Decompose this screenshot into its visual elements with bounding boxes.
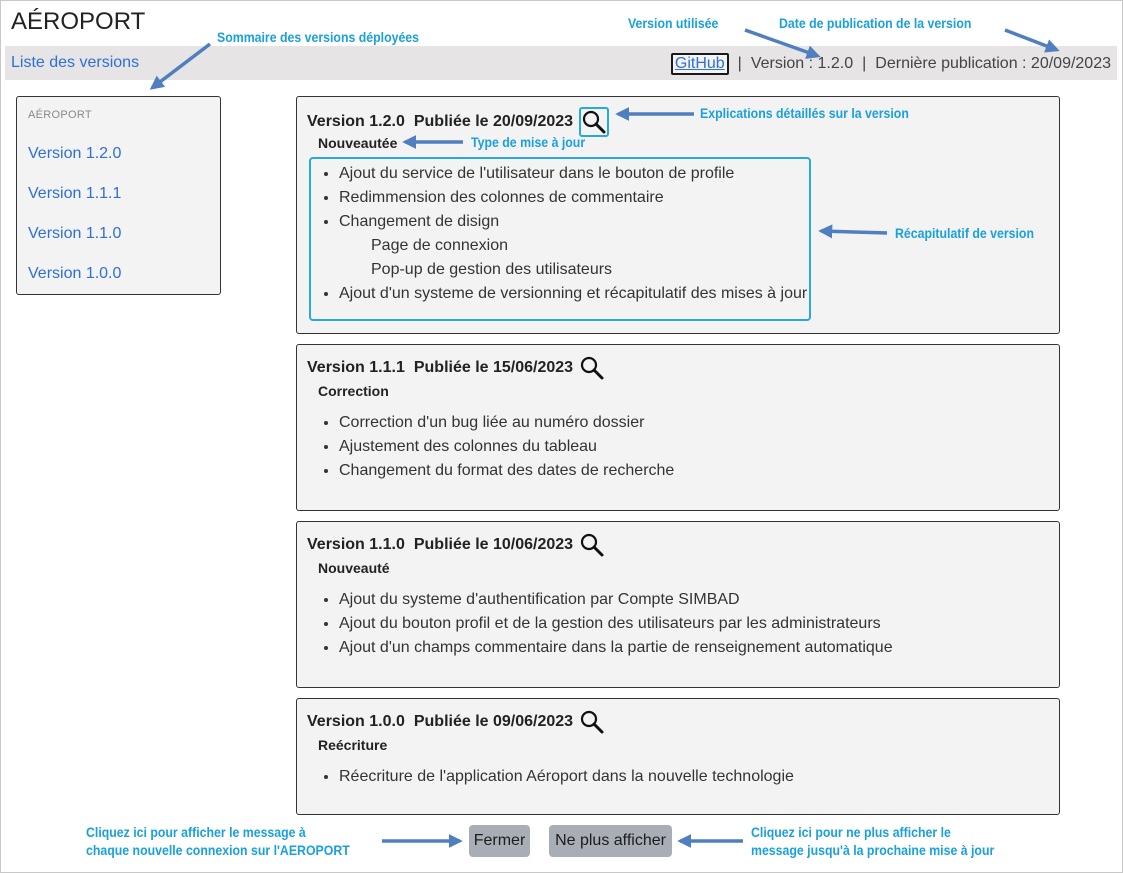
list-item: Réecriture de l'application Aéroport dan…	[339, 766, 794, 790]
annotation-publication-date: Date de publication de la version	[779, 15, 972, 31]
separator: |	[737, 55, 742, 72]
publish-date: Publiée le 20/09/2023	[413, 113, 574, 130]
sidebar-item-version-1-2-0[interactable]: Version 1.2.0	[28, 145, 121, 163]
version-header: Version 1.1.0 Publiée le 10/06/2023	[307, 532, 605, 558]
version-card: Version 1.1.1 Publiée le 15/06/2023 Corr…	[296, 344, 1060, 511]
change-list: Réecriture de l'application Aéroport dan…	[321, 766, 794, 790]
version-number: Version 1.2.0	[307, 113, 405, 130]
annotation-line: Cliquez ici pour afficher le message à	[86, 824, 306, 840]
annotation-line: chaque nouvelle connexion sur l'AEROPORT	[86, 842, 350, 858]
version-header: Version 1.0.0 Publiée le 09/06/2023	[307, 709, 605, 735]
sidebar-heading: AÉROPORT	[28, 109, 92, 121]
list-item: Correction d'un bug liée au numéro dossi…	[339, 412, 674, 436]
update-type: Nouveauté	[318, 560, 390, 576]
separator: |	[862, 55, 867, 72]
publish-date: Publiée le 09/06/2023	[413, 713, 574, 730]
publish-date: Publiée le 15/06/2023	[413, 359, 574, 376]
last-publication: Dernière publication : 20/09/2023	[875, 55, 1111, 72]
current-version: Version : 1.2.0	[750, 55, 854, 72]
publish-date: Publiée le 10/06/2023	[413, 536, 574, 553]
version-info: GitHub | Version : 1.2.0 | Dernière publ…	[670, 53, 1111, 75]
list-item: Ajout du bouton profil et de la gestion …	[339, 613, 893, 637]
version-number: Version 1.0.0	[307, 713, 405, 730]
version-card: Version 1.0.0 Publiée le 09/06/2023 Reéc…	[296, 698, 1060, 815]
versions-list-link[interactable]: Liste des versions	[11, 54, 139, 72]
sidebar-item-version-1-1-0[interactable]: Version 1.1.0	[28, 225, 121, 243]
github-link[interactable]: GitHub	[670, 53, 729, 75]
annotation-recap: Récapitulatif de version	[895, 225, 1034, 241]
update-type: Correction	[318, 383, 389, 399]
version-card: Version 1.1.0 Publiée le 10/06/2023 Nouv…	[296, 521, 1060, 688]
annotation-line: Cliquez ici pour ne plus afficher le	[751, 824, 951, 840]
version-sidebar: AÉROPORT Version 1.2.0 Version 1.1.1 Ver…	[16, 96, 221, 295]
list-item: Ajustement des colonnes du tableau	[339, 436, 674, 460]
version-number: Version 1.1.0	[307, 536, 405, 553]
list-item: Ajout du systeme d'authentification par …	[339, 589, 893, 613]
magnifier-icon[interactable]	[579, 709, 605, 735]
version-header: Version 1.1.1 Publiée le 15/06/2023	[307, 355, 605, 381]
list-item: Ajout d'un champs commentaire dans la pa…	[339, 637, 893, 661]
magnifier-icon[interactable]	[579, 532, 605, 558]
change-list: Ajout du systeme d'authentification par …	[321, 589, 893, 661]
annotation-line: message jusqu'à la prochaine mise à jour	[751, 842, 995, 858]
annotation-dont-show: Cliquez ici pour ne plus afficher le mes…	[751, 823, 994, 859]
close-button[interactable]: Fermer	[469, 825, 530, 857]
annotation-close: Cliquez ici pour afficher le message à c…	[86, 823, 350, 859]
annotation-details: Explications détaillés sur la version	[700, 105, 909, 121]
version-number: Version 1.1.1	[307, 359, 405, 376]
top-bar: Liste des versions GitHub | Version : 1.…	[5, 46, 1117, 80]
recap-highlight-frame	[309, 157, 811, 321]
magnifier-icon[interactable]	[579, 355, 605, 381]
change-list: Correction d'un bug liée au numéro dossi…	[321, 412, 674, 484]
sidebar-item-version-1-0-0[interactable]: Version 1.0.0	[28, 265, 121, 283]
app-title: AÉROPORT	[11, 8, 146, 35]
annotation-summary: Sommaire des versions déployées	[217, 29, 420, 45]
list-item: Changement du format des dates de recher…	[339, 460, 674, 484]
annotation-update-type: Type de mise à jour	[471, 134, 586, 150]
update-type: Nouveautée	[318, 135, 398, 151]
update-type: Reécriture	[318, 737, 388, 753]
annotation-version-used: Version utilisée	[628, 15, 719, 31]
dont-show-again-button[interactable]: Ne plus afficher	[549, 825, 672, 857]
sidebar-item-version-1-1-1[interactable]: Version 1.1.1	[28, 185, 121, 203]
